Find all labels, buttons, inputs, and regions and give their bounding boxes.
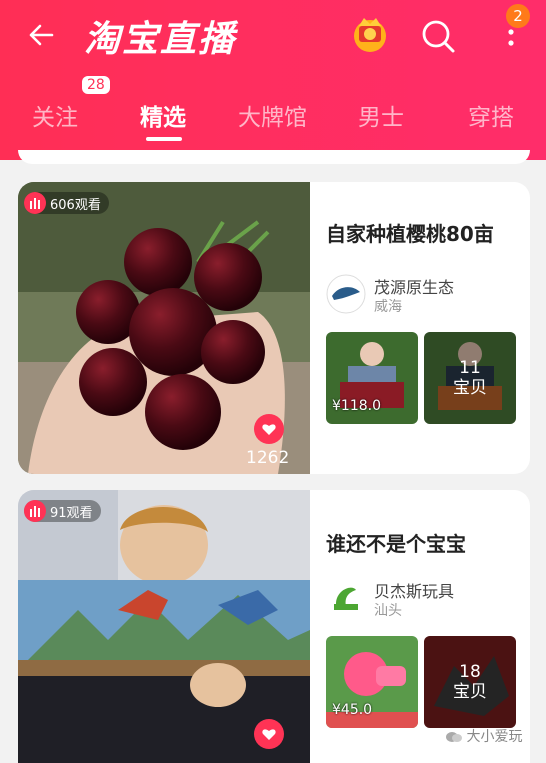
tab-men[interactable]: 男士 [358, 98, 404, 132]
stream-title[interactable]: 自家种植樱桃80亩 [326, 218, 494, 247]
seller-location: 汕头 [374, 603, 402, 619]
product-count-label: 宝贝 [453, 378, 487, 398]
heart-icon [262, 424, 276, 435]
tab-brand-hall[interactable]: 大牌馆 [238, 98, 307, 132]
search-icon[interactable] [420, 18, 456, 54]
tab-featured[interactable]: 精选 [140, 98, 186, 132]
stream-thumbnail[interactable]: 606观看 1262 [18, 182, 310, 474]
product-thumbnail[interactable]: ¥118.0 [326, 332, 418, 424]
stream-thumbnail[interactable]: 91观看 [18, 490, 310, 763]
viewer-count: 91观看 [24, 500, 101, 522]
seller-avatar[interactable] [326, 274, 366, 314]
wechat-icon [446, 732, 462, 742]
viewer-count: 606观看 [24, 192, 109, 214]
live-bars-icon [24, 192, 46, 214]
page-title: 淘宝直播 [84, 19, 237, 60]
product-count-overlay: 11 宝贝 [424, 332, 516, 424]
seller-name[interactable]: 茂源原生态 [374, 274, 454, 298]
seller-avatar[interactable] [326, 576, 366, 616]
like-button[interactable] [254, 719, 284, 749]
tab-bar: 关注 精选 大牌馆 男士 穿搭 [0, 98, 546, 138]
active-tab-indicator [146, 137, 182, 141]
watermark: 大小爱玩 [446, 726, 522, 746]
live-bars-icon [24, 500, 46, 522]
seller-name[interactable]: 贝杰斯玩具 [374, 578, 454, 602]
stream-title[interactable]: 谁还不是个宝宝 [326, 528, 466, 557]
live-stream-card[interactable]: 91观看 谁还不是个宝宝 贝杰斯玩具 汕头 ¥45.0 18 宝贝 [18, 490, 530, 763]
watermark-text: 大小爱玩 [466, 729, 523, 745]
product-count-overlay: 18 宝贝 [424, 636, 516, 728]
back-arrow-icon[interactable] [26, 20, 56, 50]
live-stream-card[interactable]: 606观看 1262 自家种植樱桃80亩 茂源原生态 威海 ¥118.0 11 … [18, 182, 530, 474]
header-bar: 淘宝直播 2 28 关注 精选 大牌馆 男士 穿搭 [0, 0, 546, 160]
viewer-count-text: 606观看 [50, 197, 101, 213]
seller-location: 威海 [374, 299, 402, 315]
product-count: 18 [459, 662, 481, 682]
heart-icon [262, 729, 276, 740]
product-count: 11 [459, 358, 481, 378]
previous-card-edge [18, 150, 530, 164]
more-products-thumbnail[interactable]: 18 宝贝 [424, 636, 516, 728]
like-count: 1262 [246, 448, 290, 468]
viewer-count-text: 91观看 [50, 505, 93, 521]
tab-outfits[interactable]: 穿搭 [468, 98, 514, 132]
more-dots-icon[interactable] [506, 24, 516, 50]
treasure-badge-icon[interactable] [350, 14, 390, 54]
product-thumbnail[interactable]: ¥45.0 [326, 636, 418, 728]
more-products-thumbnail[interactable]: 11 宝贝 [424, 332, 516, 424]
product-count-label: 宝贝 [453, 682, 487, 702]
product-price: ¥45.0 [332, 702, 373, 718]
like-button[interactable] [254, 414, 284, 444]
follow-count-badge: 28 [82, 76, 110, 94]
tab-follow[interactable]: 关注 [32, 98, 78, 132]
product-price: ¥118.0 [332, 398, 381, 414]
